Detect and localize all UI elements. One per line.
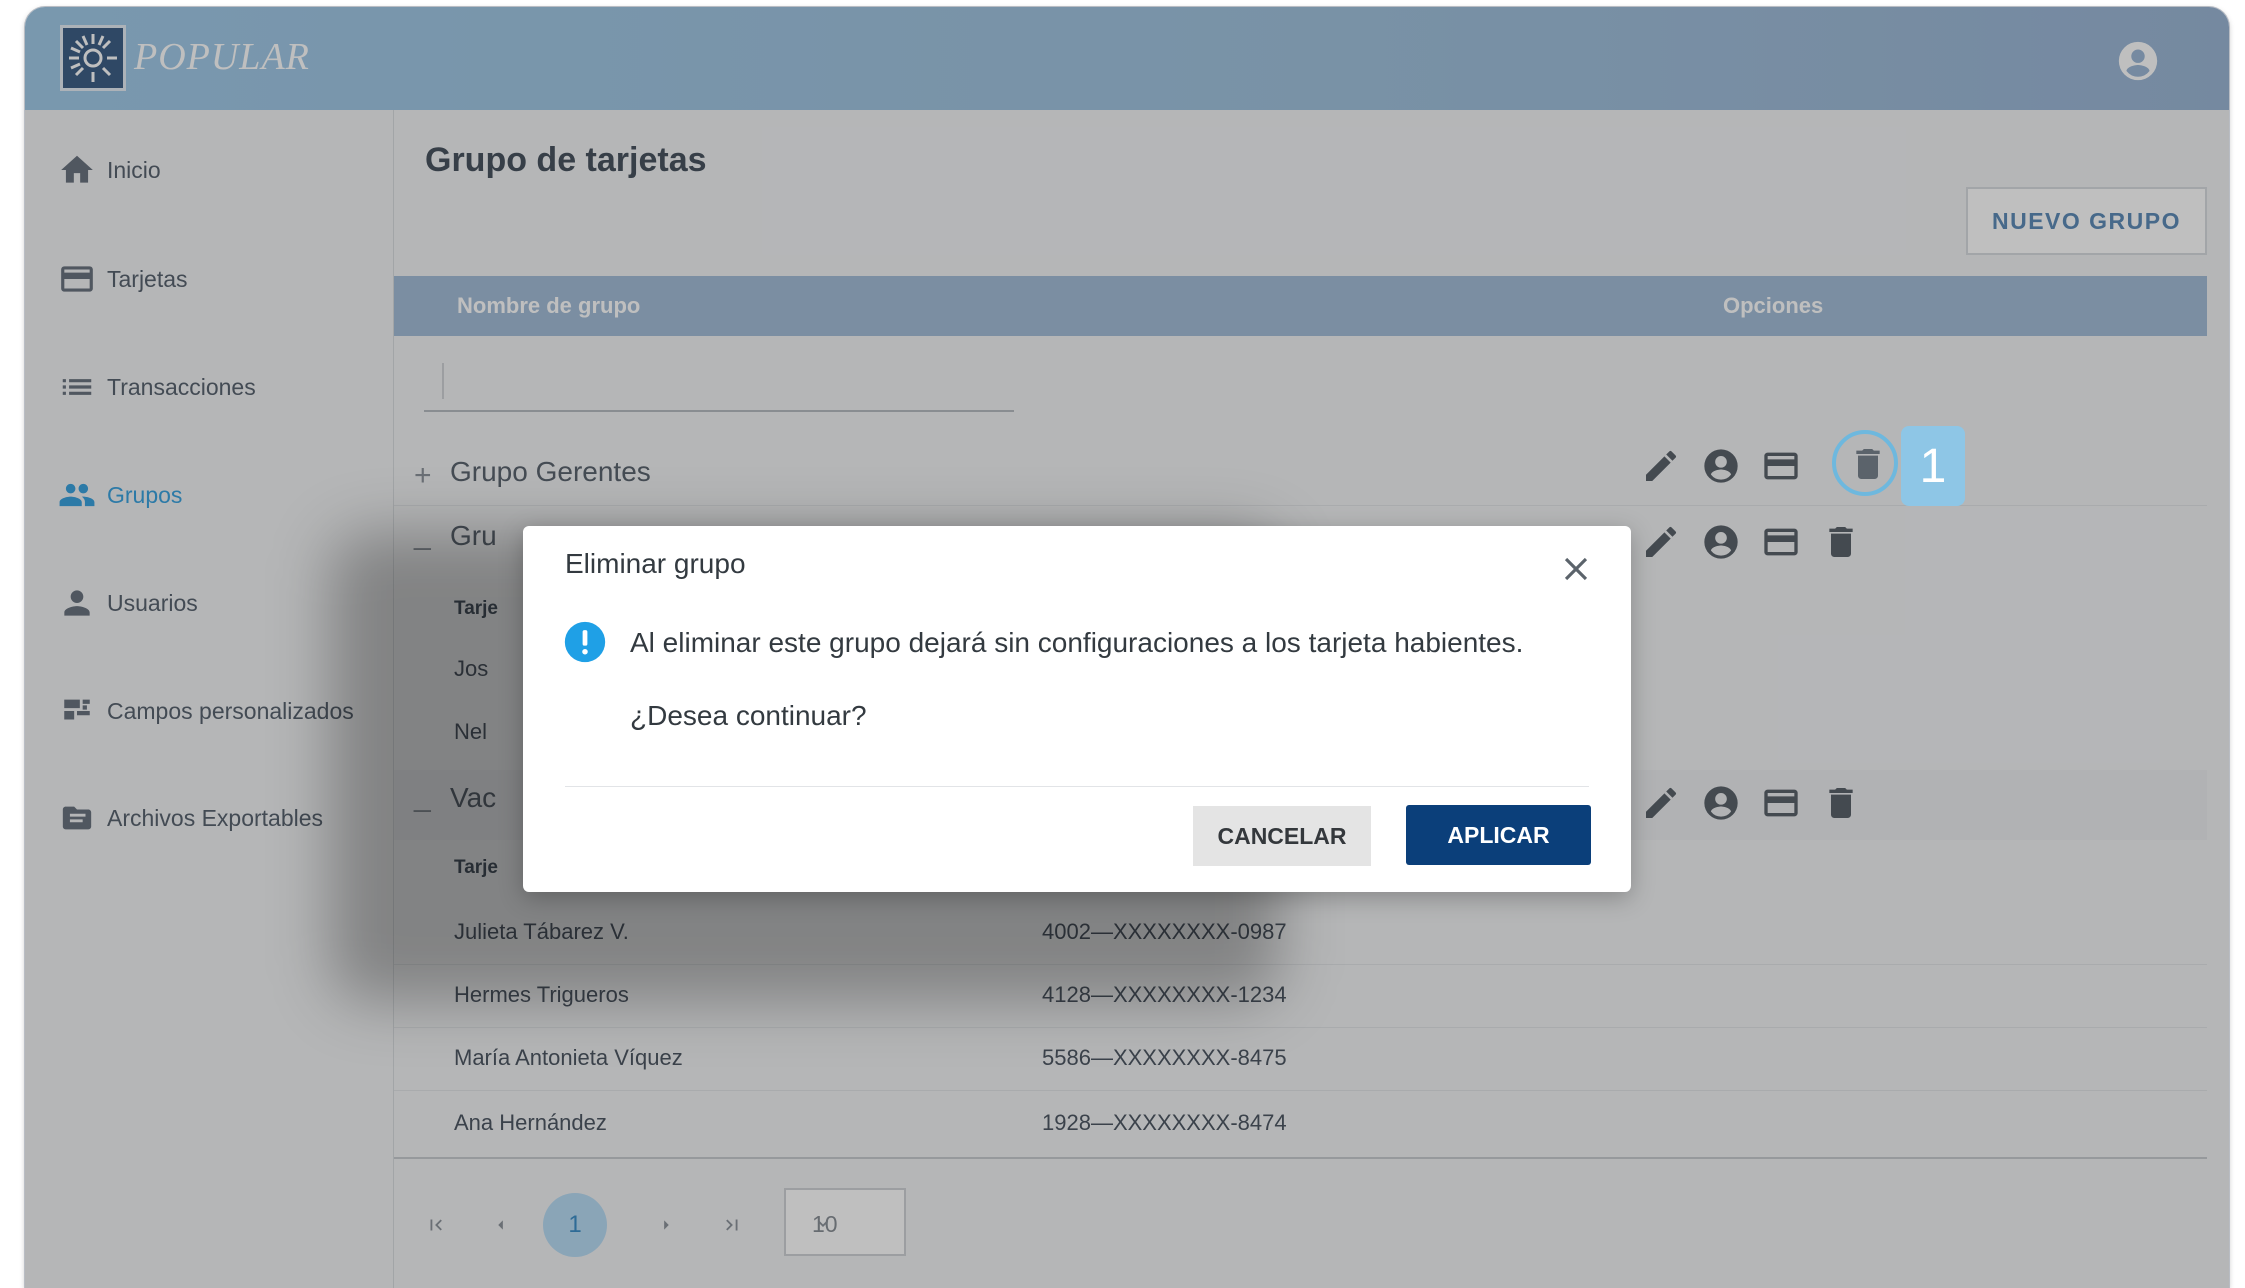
- delete-icon[interactable]: [1848, 444, 1888, 484]
- tutorial-step-badge: 1: [1901, 426, 1965, 506]
- info-icon: [563, 620, 607, 664]
- dialog-message: Al eliminar este grupo dejará sin config…: [630, 627, 1524, 658]
- apply-button[interactable]: APLICAR: [1406, 805, 1591, 865]
- cancel-button[interactable]: CANCELAR: [1193, 806, 1371, 866]
- dialog-title: Eliminar grupo: [565, 548, 746, 579]
- app-window: POPULAR Inicio Tarjetas Transacciones Gr…: [25, 7, 2229, 1288]
- dialog-divider: [565, 786, 1589, 787]
- dialog-question: ¿Desea continuar?: [630, 700, 867, 731]
- delete-group-dialog: Eliminar grupo Al eliminar este grupo de…: [523, 526, 1631, 892]
- close-icon[interactable]: [1557, 550, 1595, 588]
